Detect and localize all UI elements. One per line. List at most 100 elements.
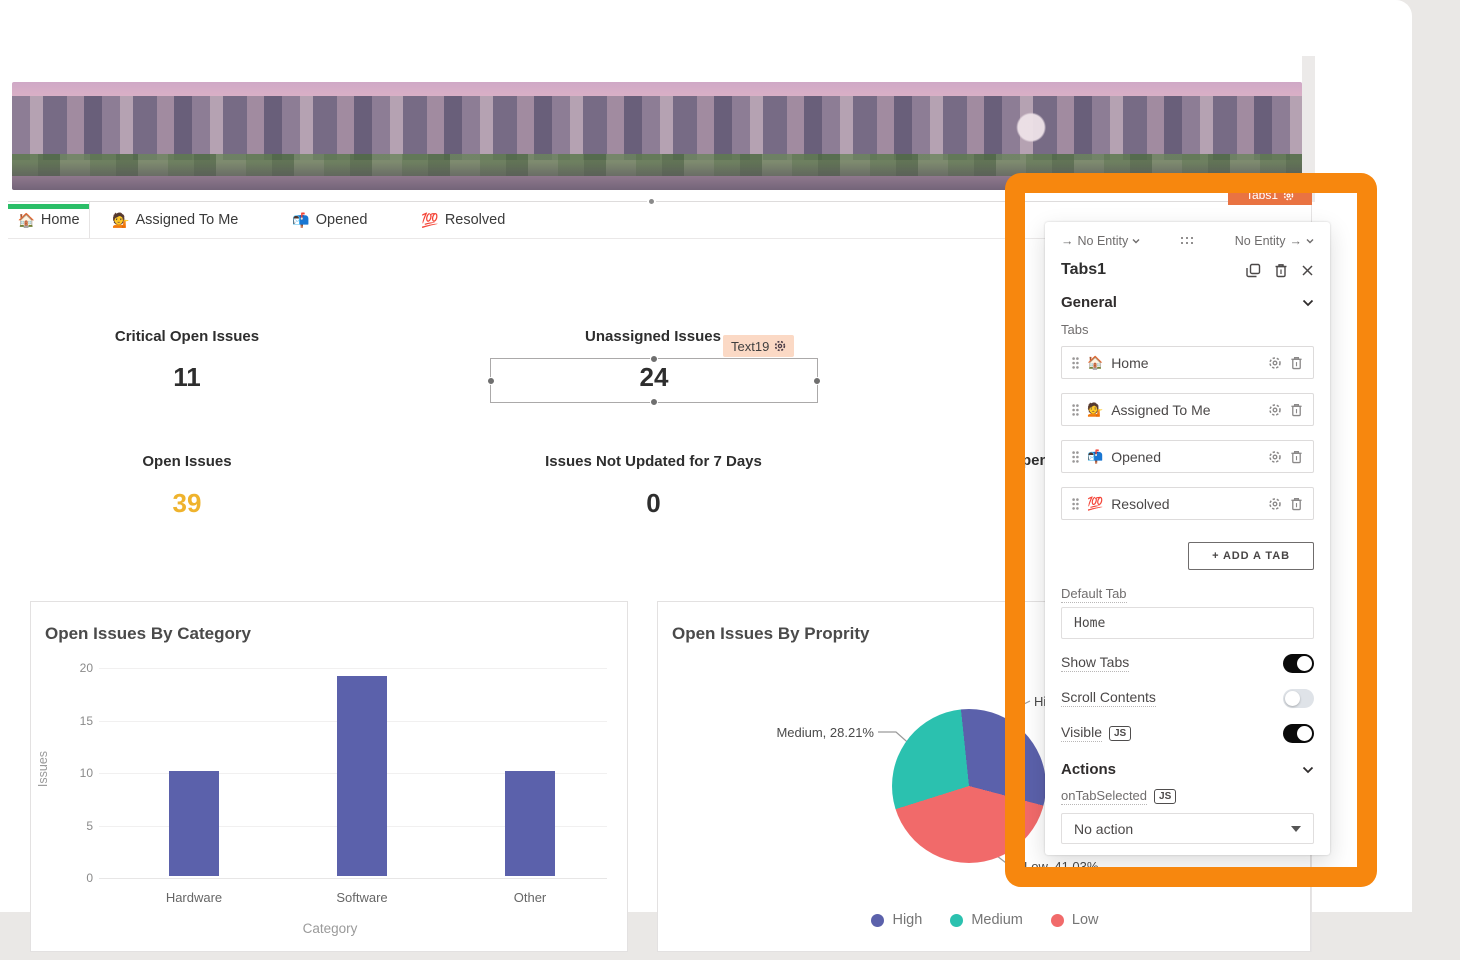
x-tick: Software bbox=[307, 890, 417, 905]
legend-item-low[interactable]: Low bbox=[1051, 912, 1099, 928]
tab-row-label: Assigned To Me bbox=[1111, 402, 1260, 418]
legend-label: High bbox=[892, 912, 922, 928]
widget-name: Tabs1 bbox=[1246, 188, 1278, 202]
y-tick: 10 bbox=[59, 766, 93, 780]
person-icon: 💁 bbox=[1087, 402, 1103, 418]
pane-tab-row-resolved[interactable]: 💯 Resolved bbox=[1061, 487, 1314, 520]
caret-down-icon bbox=[1291, 826, 1301, 832]
y-tick: 5 bbox=[59, 819, 93, 833]
delete-icon[interactable] bbox=[1290, 450, 1303, 464]
default-tab-label: Default Tab bbox=[1061, 586, 1127, 603]
city-skyline-banner-image bbox=[12, 82, 1302, 190]
pie-label-low: Low, 41.03% bbox=[1024, 859, 1098, 874]
home-icon: 🏠 bbox=[1087, 355, 1103, 371]
close-icon[interactable] bbox=[1301, 264, 1314, 277]
add-a-tab-button[interactable]: + ADD A TAB bbox=[1188, 542, 1314, 570]
tabs-property-label: Tabs bbox=[1061, 322, 1314, 337]
tab-resolved[interactable]: 💯 Resolved bbox=[399, 202, 537, 238]
stat-unassigned-issues-value: 24 bbox=[490, 362, 818, 393]
chevron-down-icon bbox=[1302, 299, 1314, 307]
legend-item-high[interactable]: High bbox=[871, 912, 922, 928]
bar-chart-card: Open Issues By Category 20 15 10 5 0 Har… bbox=[30, 601, 628, 952]
section-title: Actions bbox=[1061, 761, 1302, 778]
scroll-contents-label: Scroll Contents bbox=[1061, 689, 1156, 707]
bar-other[interactable] bbox=[505, 771, 555, 876]
bar-software[interactable] bbox=[337, 676, 387, 876]
arrow-right-icon: → bbox=[1061, 234, 1074, 248]
pane-tab-row-opened[interactable]: 📬 Opened bbox=[1061, 440, 1314, 473]
gear-icon[interactable] bbox=[1268, 403, 1282, 417]
section-actions[interactable]: Actions bbox=[1061, 761, 1314, 778]
drag-handle-icon[interactable] bbox=[1072, 451, 1079, 463]
pie[interactable] bbox=[892, 709, 1046, 863]
gear-icon[interactable] bbox=[1268, 497, 1282, 511]
prev-entity-button[interactable]: → No Entity bbox=[1061, 234, 1140, 248]
selected-widget-name-badge[interactable]: Text19 bbox=[723, 335, 794, 357]
show-tabs-label: Show Tabs bbox=[1061, 654, 1129, 672]
mailbox-icon: 📬 bbox=[292, 212, 309, 229]
drag-handle-icon[interactable] bbox=[1072, 357, 1079, 369]
gear-icon[interactable] bbox=[1283, 190, 1294, 201]
legend-dot bbox=[1051, 914, 1064, 927]
legend-item-medium[interactable]: Medium bbox=[950, 912, 1023, 928]
bar-hardware[interactable] bbox=[169, 771, 219, 876]
js-toggle-badge[interactable]: JS bbox=[1154, 789, 1176, 804]
stat-critical-open-issues-label: Critical Open Issues bbox=[62, 328, 312, 345]
on-tab-selected-label: onTabSelected bbox=[1061, 788, 1147, 805]
copy-icon[interactable] bbox=[1246, 263, 1261, 278]
resize-handle-bottom[interactable] bbox=[650, 398, 658, 406]
home-icon: 🏠 bbox=[17, 212, 34, 229]
section-general[interactable]: General bbox=[1061, 294, 1314, 311]
default-tab-input[interactable]: Home bbox=[1061, 607, 1314, 639]
delete-icon[interactable] bbox=[1290, 356, 1303, 370]
widget-name-title[interactable]: Tabs1 bbox=[1061, 261, 1246, 279]
gear-icon[interactable] bbox=[1268, 450, 1282, 464]
gear-icon[interactable] bbox=[774, 340, 786, 352]
pie-label-medium: Medium, 28.21% bbox=[688, 725, 874, 740]
on-tab-selected-action-select[interactable]: No action bbox=[1061, 813, 1314, 844]
mailbox-icon: 📬 bbox=[1087, 449, 1103, 465]
x-tick: Hardware bbox=[139, 890, 249, 905]
tabs-widget-resize-handle[interactable] bbox=[647, 197, 656, 206]
canvas-scrollbar[interactable] bbox=[1302, 56, 1315, 202]
default-tab-value: Home bbox=[1074, 616, 1105, 631]
tabs1-widget-name-badge[interactable]: Tabs1 bbox=[1228, 185, 1312, 205]
delete-icon[interactable] bbox=[1290, 403, 1303, 417]
x-tick: Other bbox=[475, 890, 585, 905]
tab-row-label: Resolved bbox=[1111, 496, 1260, 512]
hundred-points-icon: 💯 bbox=[421, 212, 438, 229]
arrow-right-icon: → bbox=[1290, 234, 1303, 248]
legend-dot bbox=[950, 914, 963, 927]
next-entity-button[interactable]: No Entity → bbox=[1235, 234, 1314, 248]
visible-toggle[interactable] bbox=[1283, 724, 1314, 743]
tab-opened[interactable]: 📬 Opened bbox=[270, 202, 399, 238]
chevron-down-icon bbox=[1306, 238, 1314, 244]
pane-tab-row-assigned-to-me[interactable]: 💁 Assigned To Me bbox=[1061, 393, 1314, 426]
delete-icon[interactable] bbox=[1290, 497, 1303, 511]
delete-icon[interactable] bbox=[1274, 263, 1288, 278]
y-tick: 15 bbox=[59, 714, 93, 728]
y-axis-title: Issues bbox=[36, 699, 50, 839]
js-toggle-badge[interactable]: JS bbox=[1109, 726, 1131, 741]
tab-label: Assigned To Me bbox=[135, 212, 238, 228]
chevron-down-icon bbox=[1302, 766, 1314, 774]
selected-action: No action bbox=[1074, 821, 1133, 837]
next-entity-label: No Entity bbox=[1235, 234, 1286, 248]
tab-row-label: Home bbox=[1111, 355, 1260, 371]
tab-home[interactable]: 🏠 Home bbox=[8, 202, 90, 238]
drag-handle-icon[interactable] bbox=[1072, 404, 1079, 416]
drag-handle-icon[interactable] bbox=[1072, 498, 1079, 510]
scroll-contents-toggle[interactable] bbox=[1283, 689, 1314, 708]
legend-label: Low bbox=[1072, 912, 1099, 928]
pane-tab-row-home[interactable]: 🏠 Home bbox=[1061, 346, 1314, 379]
tab-label: Resolved bbox=[445, 212, 505, 228]
entity-explorer-icon[interactable] bbox=[1181, 237, 1195, 246]
pie-legend: High Medium Low bbox=[658, 912, 1312, 928]
gear-icon[interactable] bbox=[1268, 356, 1282, 370]
show-tabs-toggle[interactable] bbox=[1283, 654, 1314, 673]
property-pane: → No Entity No Entity → Tabs1 General Ta… bbox=[1045, 222, 1330, 855]
prev-entity-label: No Entity bbox=[1078, 234, 1129, 248]
chevron-down-icon bbox=[1132, 238, 1140, 244]
stat-critical-open-issues-value: 11 bbox=[62, 362, 312, 393]
tab-assigned-to-me[interactable]: 💁 Assigned To Me bbox=[90, 202, 270, 238]
